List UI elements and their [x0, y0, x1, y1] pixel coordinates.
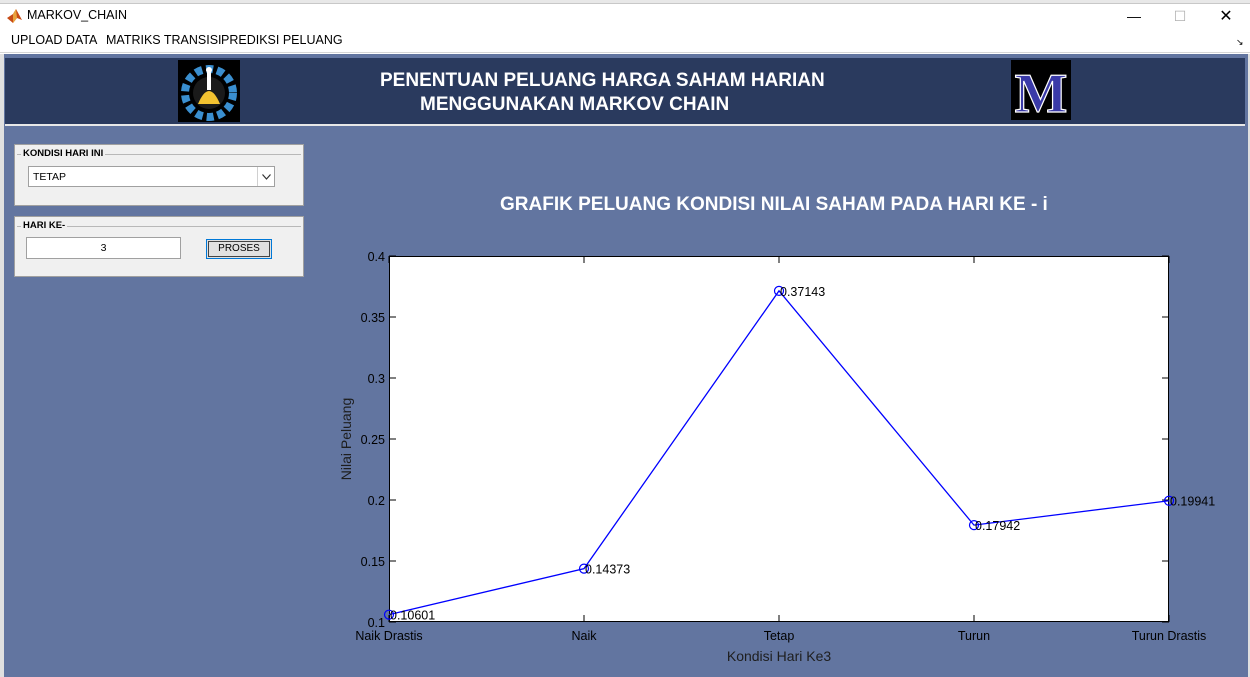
window-title: MARKOV_CHAIN: [27, 8, 128, 22]
close-button[interactable]: ✕: [1203, 4, 1249, 28]
hari-ke-panel-title: HARI KE-: [21, 220, 68, 231]
menu-bar: UPLOAD DATA MATRIKS TRANSISI PREDIKSI PE…: [0, 28, 1250, 53]
m-logo-icon: M: [1011, 60, 1071, 120]
menu-prediksi-peluang[interactable]: PREDIKSI PELUANG: [221, 33, 343, 47]
chart-title: GRAFIK PELUANG KONDISI NILAI SAHAM PADA …: [500, 194, 1048, 215]
dock-arrow-icon[interactable]: ↘: [1236, 37, 1244, 48]
header-title-line2: MENGGUNAKAN MARKOV CHAIN: [420, 94, 730, 115]
chevron-down-icon[interactable]: [257, 167, 274, 186]
matlab-icon: [7, 9, 22, 23]
kondisi-panel: KONDISI HARI INI TETAP: [14, 144, 304, 206]
m-logo-letter: M: [1015, 63, 1068, 120]
minimize-button[interactable]: —: [1111, 4, 1157, 28]
menu-upload-data[interactable]: UPLOAD DATA: [11, 33, 97, 47]
kondisi-panel-title: KONDISI HARI INI: [21, 148, 106, 159]
kondisi-dropdown[interactable]: TETAP: [28, 166, 275, 187]
its-logo-icon: [178, 60, 240, 122]
proses-button[interactable]: PROSES: [206, 239, 272, 259]
menu-matriks-transisi[interactable]: MATRIKS TRANSISI: [106, 33, 222, 47]
header-title-line1: PENENTUAN PELUANG HARGA SAHAM HARIAN: [380, 70, 825, 91]
title-bar: MARKOV_CHAIN — ☐ ✕: [0, 4, 1250, 28]
hari-ke-panel: HARI KE- 3 PROSES: [14, 216, 304, 277]
hari-ke-input[interactable]: 3: [26, 237, 181, 259]
kondisi-selected-value: TETAP: [33, 171, 67, 183]
maximize-button[interactable]: ☐: [1157, 4, 1203, 28]
plot-area: [389, 256, 1169, 622]
